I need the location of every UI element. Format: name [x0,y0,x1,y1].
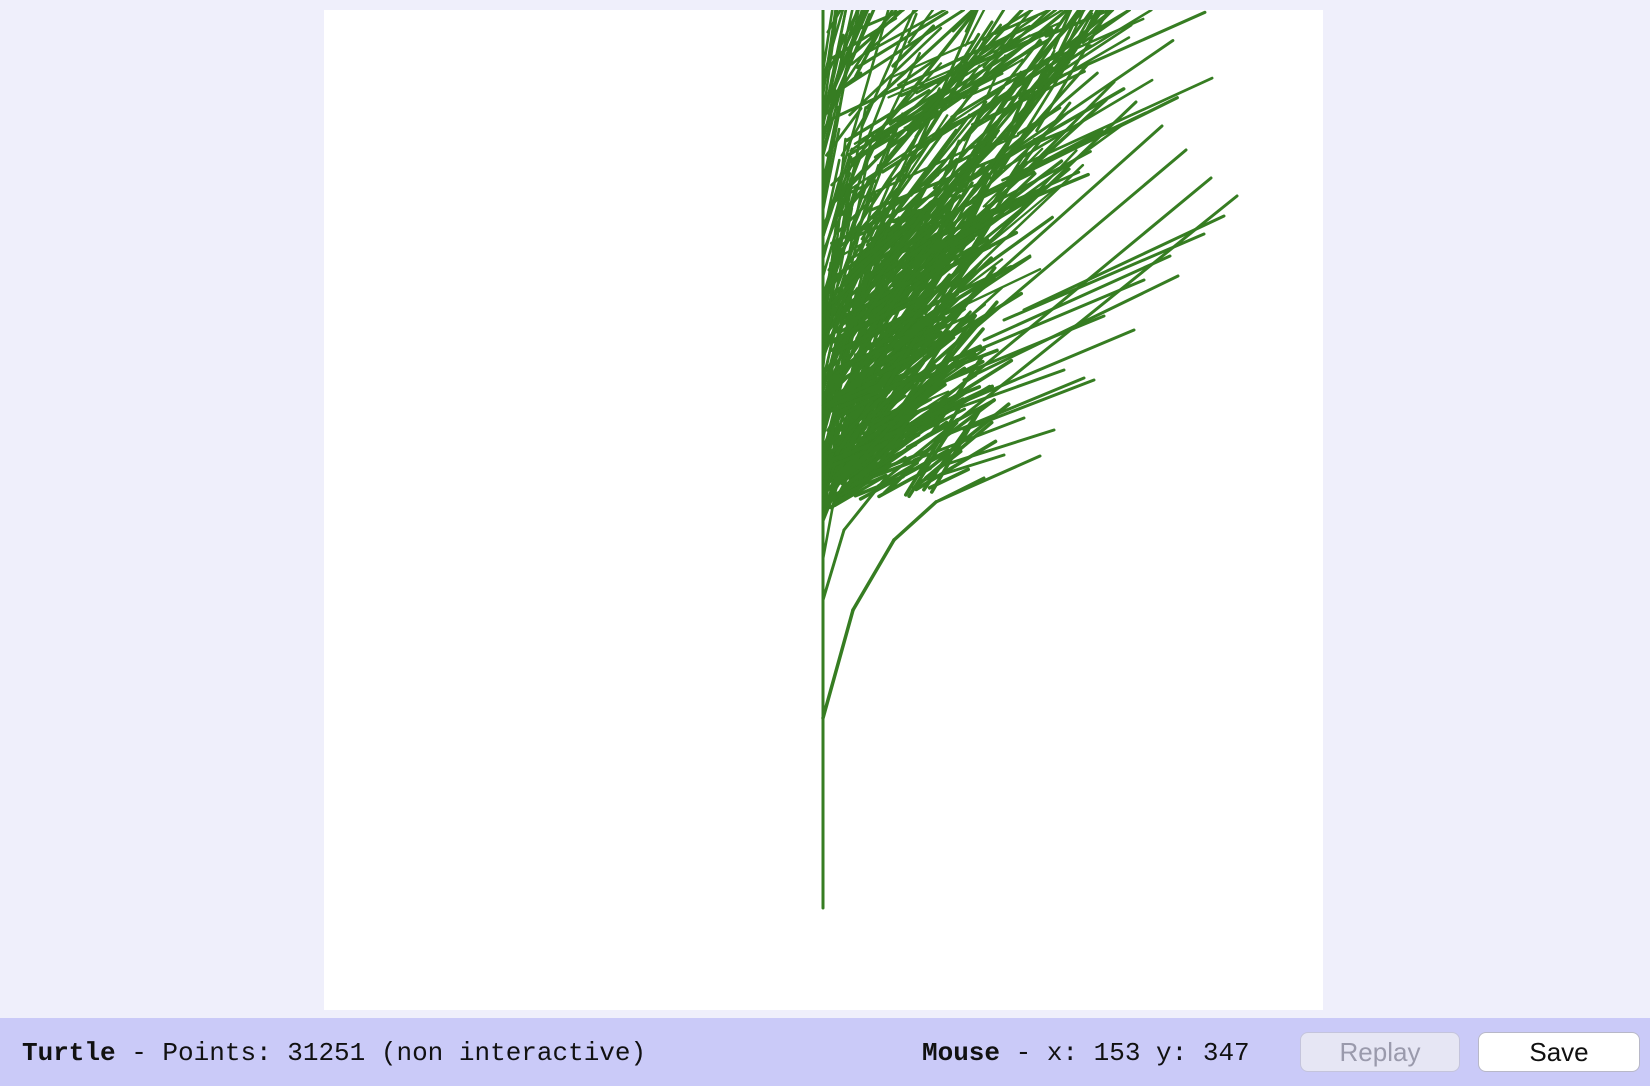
turtle-window: Turtle - Points: 31251 (non interactive)… [0,0,1650,1086]
plant-stroke [851,538,896,612]
plant-stroke [821,608,855,720]
plant-strokes [821,10,1239,910]
turtle-status-label: Turtle [22,1038,116,1068]
turtle-status-info: - Points: 31251 (non interactive) [115,1038,647,1068]
plant-stroke [892,500,938,542]
mouse-status: Mouse - x: 153 y: 347 [922,1036,1250,1070]
status-bar: Turtle - Points: 31251 (non interactive)… [0,1018,1650,1086]
mouse-status-label: Mouse [922,1038,1001,1068]
mouse-coordinates: - x: 153 y: 347 [1000,1038,1250,1068]
replay-button[interactable]: Replay [1300,1032,1460,1072]
turtle-canvas[interactable] [324,10,1323,1010]
plant-stroke [860,10,916,129]
fractal-plant-drawing [821,10,1239,910]
turtle-status: Turtle - Points: 31251 (non interactive) [22,1036,646,1070]
save-button[interactable]: Save [1478,1032,1640,1072]
